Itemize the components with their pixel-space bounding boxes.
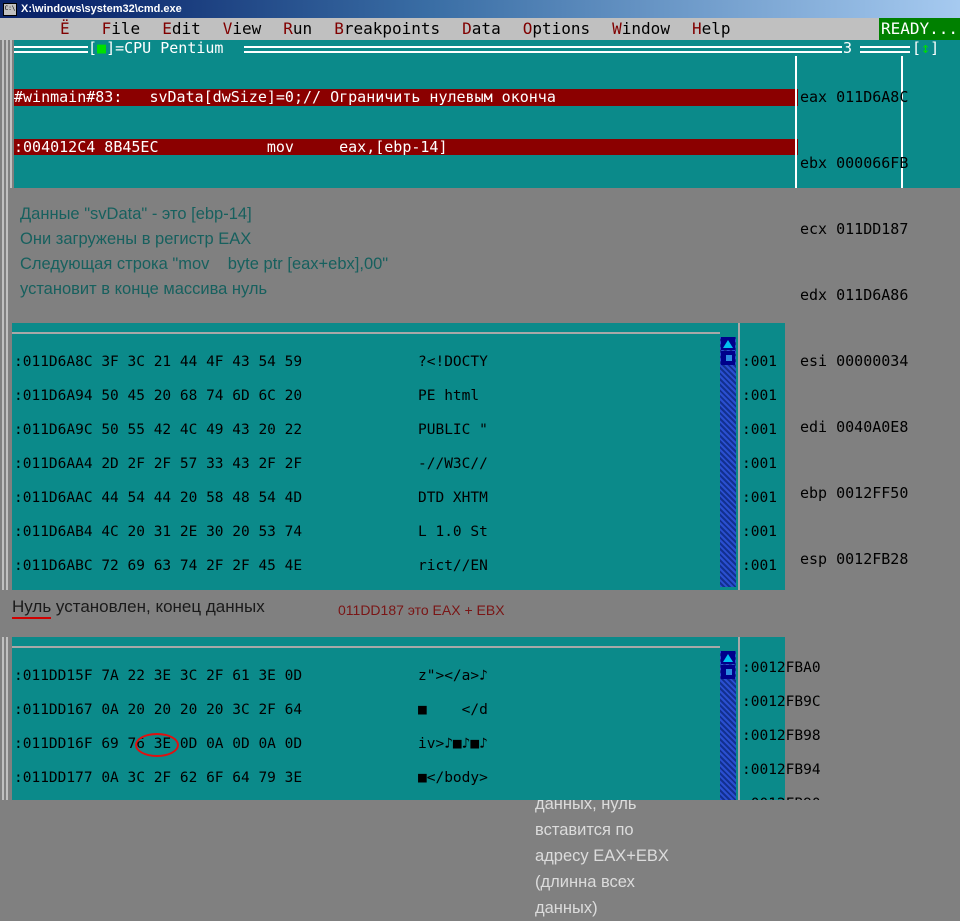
register-row[interactable]: edx 011D6A86 xyxy=(800,287,908,304)
ascii-column-bottom[interactable]: z"></a>♪ ■ </d iv>♪■♪■♪ ■</body> </html>… xyxy=(418,651,528,800)
scroll-up-arrow-icon[interactable] xyxy=(721,651,735,664)
cpu-window-title: [■]=CPU Pentium xyxy=(88,39,224,57)
window-title: X:\windows\system32\cmd.exe xyxy=(21,3,182,15)
stack-row[interactable]: :001 xyxy=(742,558,786,575)
window-left-frame xyxy=(0,323,12,590)
cpu-disassembly-window: [■]=CPU Pentium 3 [↕] #winmain#83: svDat… xyxy=(0,40,960,568)
hex-row[interactable]: :011D6AA4 2D 2F 2F 57 33 43 2F 2F xyxy=(14,456,414,473)
stack-column-top[interactable]: :001 :001 :001 :001 :001 :001 :001 :001 … xyxy=(742,337,786,590)
ascii-column-top[interactable]: ?<!DOCTY PE html PUBLIC " -//W3C// DTD X… xyxy=(418,337,518,590)
stack-row[interactable]: :001 xyxy=(742,456,786,473)
hex-row[interactable]: :011D6AB4 4C 20 31 2E 30 20 53 74 xyxy=(14,524,414,541)
cmd-console-icon: C:\ xyxy=(3,2,17,16)
menu-item-system[interactable]: Ё xyxy=(60,18,70,40)
disassembly-listing[interactable]: #winmain#83: svData[dwSize]=0;// Огранич… xyxy=(14,56,798,188)
menu-item-options[interactable]: Options xyxy=(523,18,590,40)
hex-row[interactable]: :011D6AAC 44 54 44 20 58 48 54 4D xyxy=(14,490,414,507)
menu-item-run[interactable]: Run xyxy=(283,18,312,40)
cpu-state-dot-icon: ■ xyxy=(97,39,107,57)
dump-scrollbar-bottom[interactable] xyxy=(720,651,736,800)
scrollbar-thumb[interactable] xyxy=(721,351,735,365)
menu-item-edit[interactable]: Edit xyxy=(162,18,201,40)
app-screen: C:\ X:\windows\system32\cmd.exe Ё File E… xyxy=(0,0,960,917)
stack-row[interactable]: :001 xyxy=(742,388,786,405)
ascii-row[interactable]: PE html xyxy=(418,388,518,405)
ascii-row[interactable]: z"></a>♪ xyxy=(418,668,528,685)
ascii-row[interactable]: ■ </d xyxy=(418,702,528,719)
annotation-mid-rest: установлен, конец данных xyxy=(51,597,265,616)
stack-row[interactable]: :001 xyxy=(742,524,786,541)
hex-row[interactable]: :011DD15F 7A 22 3E 3C 2F 61 3E 0D xyxy=(14,668,414,685)
hex-row[interactable]: :011D6A94 50 45 20 68 74 6D 6C 20 xyxy=(14,388,414,405)
ascii-row[interactable]: rict//EN xyxy=(418,558,518,575)
window-left-frame xyxy=(0,40,14,188)
stack-row[interactable]: :0012FBA0 xyxy=(742,660,832,677)
ascii-row[interactable]: -//W3C// xyxy=(418,456,518,473)
hex-row[interactable]: :011D6A9C 50 55 42 4C 49 43 20 22 xyxy=(14,422,414,439)
ascii-row[interactable]: DTD XHTM xyxy=(418,490,518,507)
register-row[interactable]: esp 0012FB28 xyxy=(800,551,908,568)
stack-row[interactable]: :001 xyxy=(742,490,786,507)
stack-row[interactable]: :001 xyxy=(742,422,786,439)
window-left-frame xyxy=(0,637,12,800)
memory-dump-window-bottom: :011DD15F 7A 22 3E 3C 2F 61 3E 0D :011DD… xyxy=(0,637,821,800)
stack-row[interactable]: :0012FB98 xyxy=(742,728,832,745)
stack-row[interactable]: :0012FB9C xyxy=(742,694,832,711)
annotation-mid-underlined: Нуль xyxy=(12,597,52,619)
disasm-line[interactable]: #winmain#83: svData[dwSize]=0;// Огранич… xyxy=(14,89,798,106)
hex-row[interactable]: :011D6ABC 72 69 63 74 2F 2F 45 4E xyxy=(14,558,414,575)
hex-address-and-bytes-bottom[interactable]: :011DD15F 7A 22 3E 3C 2F 61 3E 0D :011DD… xyxy=(14,651,414,800)
dump-scrollbar-top[interactable] xyxy=(720,337,736,587)
annotation-mid-text: Нуль установлен, конец данных xyxy=(12,597,265,619)
pane-divider xyxy=(795,56,797,188)
menu-item-window[interactable]: Window xyxy=(612,18,670,40)
scroll-up-arrow-icon[interactable] xyxy=(721,337,735,350)
annotation-left-gutter xyxy=(0,188,10,323)
hex-address-and-bytes-top[interactable]: :011D6A8C 3F 3C 21 44 4F 43 54 59 :011D6… xyxy=(14,337,414,590)
register-row[interactable]: ebp 0012FF50 xyxy=(800,485,908,502)
menu-item-file[interactable]: File xyxy=(102,18,141,40)
menu-item-help[interactable]: Help xyxy=(692,18,731,40)
menu-item-data[interactable]: Data xyxy=(462,18,501,40)
menu-item-breakpoints[interactable]: Breakpoints xyxy=(334,18,440,40)
flags-pane[interactable]: c=0 z=0 s=0 o=0 p=0 a=0 i=1 d=0 xyxy=(906,56,960,188)
hex-row[interactable]: :011DD177 0A 3C 2F 62 6F 64 79 3E xyxy=(14,770,414,787)
hex-row[interactable]: :011DD16F 69 76 3E 0D 0A 0D 0A 0D xyxy=(14,736,414,753)
hex-row[interactable]: :011DD167 0A 20 20 20 20 3C 2F 64 xyxy=(14,702,414,719)
register-row[interactable]: edi 0040A0E8 xyxy=(800,419,908,436)
cpu-window-header: [■]=CPU Pentium 3 [↕] xyxy=(14,40,960,56)
ascii-row[interactable]: PUBLIC " xyxy=(418,422,518,439)
ascii-row[interactable]: ■</body> xyxy=(418,770,528,787)
cpu-window-number: 3 xyxy=(843,39,853,57)
register-row[interactable]: eax 011D6A8C xyxy=(800,89,908,106)
register-row[interactable]: ecx 011DD187 xyxy=(800,221,908,238)
stack-row[interactable]: :001 xyxy=(742,354,786,371)
register-pane[interactable]: eax 011D6A8C ebx 000066FB ecx 011DD187 e… xyxy=(800,56,908,568)
annotation-mid-note: 011DD187 это EAX + EBX xyxy=(338,602,505,618)
window-titlebar[interactable]: C:\ X:\windows\system32\cmd.exe xyxy=(0,0,960,18)
ascii-row[interactable]: iv>♪■♪■♪ xyxy=(418,736,528,753)
hex-row[interactable]: :011D6A8C 3F 3C 21 44 4F 43 54 59 xyxy=(14,354,414,371)
annotation-top-text: Данные "svData" - это [ebp-14] Они загру… xyxy=(20,205,389,298)
register-row[interactable]: esi 00000034 xyxy=(800,353,908,370)
window-resize-widget[interactable]: [↕] xyxy=(912,40,939,56)
status-badge-ready: READY... xyxy=(878,18,960,40)
menu-bar[interactable]: Ё File Edit View Run Breakpoints Data Op… xyxy=(0,18,960,40)
stack-row[interactable]: :0012FB94 xyxy=(742,762,832,779)
ascii-row[interactable]: ?<!DOCTY xyxy=(418,354,518,371)
register-row[interactable]: ebx 000066FB xyxy=(800,155,908,172)
stack-row[interactable]: :0012FB90 xyxy=(742,796,832,800)
stack-column-bottom[interactable]: :0012FBA0 :0012FB9C :0012FB98 :0012FB94 … xyxy=(742,643,832,800)
scrollbar-thumb[interactable] xyxy=(721,665,735,679)
memory-dump-window-top: :011D6A8C 3F 3C 21 44 4F 43 54 59 :011D6… xyxy=(0,323,786,917)
ascii-row[interactable]: L 1.0 St xyxy=(418,524,518,541)
disasm-line[interactable]: :004012C4 8B45EC mov eax,[ebp-14] xyxy=(14,138,798,155)
menu-item-view[interactable]: View xyxy=(223,18,262,40)
